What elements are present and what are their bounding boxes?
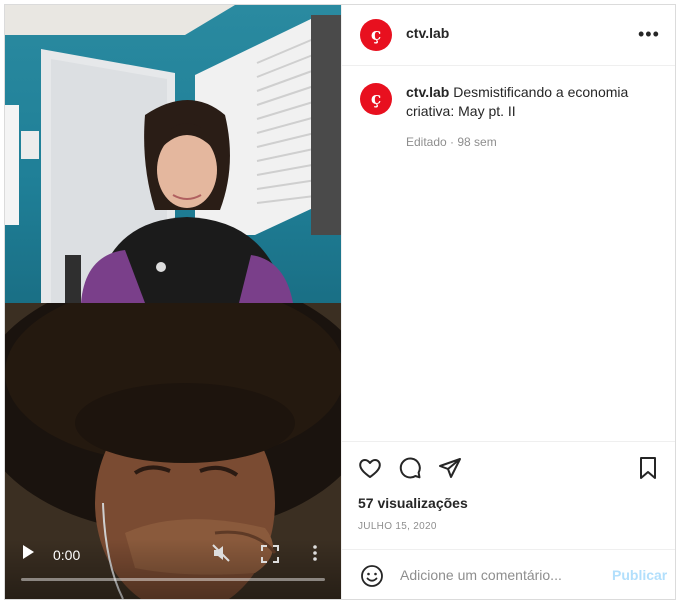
caption-username[interactable]: ctv.lab (406, 84, 449, 100)
video-time: 0:00 (53, 547, 81, 563)
post-header: ç ctv.lab ••• (342, 5, 675, 66)
caption-avatar[interactable]: ç (360, 83, 392, 115)
post-frame: 0:00 ç ctv.lab ••• ç ctv.lab Desmistific… (4, 4, 676, 600)
post-caption: ctv.lab Desmistificando a economia criat… (406, 83, 656, 121)
share-icon[interactable] (438, 456, 462, 480)
video-frame-top-illustration (5, 5, 341, 303)
comment-bar: Publicar (342, 549, 675, 600)
video-progress-bar[interactable] (21, 578, 325, 581)
video-player[interactable]: 0:00 (5, 5, 341, 599)
header-username[interactable]: ctv.lab (406, 25, 449, 41)
comment-icon[interactable] (398, 456, 422, 480)
post-details-panel: ç ctv.lab ••• ç ctv.lab Desmistificando … (341, 5, 675, 599)
more-icon[interactable]: ••• (638, 25, 660, 43)
emoji-icon[interactable] (360, 564, 384, 588)
heart-icon[interactable] (358, 456, 382, 480)
mute-icon[interactable] (211, 543, 231, 563)
comment-input[interactable] (400, 564, 596, 586)
play-icon[interactable] (23, 545, 34, 559)
caption-avatar-logo: ç (370, 89, 382, 109)
fullscreen-icon[interactable] (261, 545, 279, 563)
post-meta: Editado · 98 sem (406, 135, 497, 149)
avatar-logo: ç (370, 25, 382, 45)
video-more-icon[interactable] (311, 543, 319, 563)
view-count[interactable]: 57 visualizações (358, 495, 468, 511)
post-date[interactable]: JULHO 15, 2020 (358, 521, 437, 532)
action-bar (342, 441, 675, 492)
bookmark-icon[interactable] (636, 456, 660, 480)
avatar[interactable]: ç (360, 19, 392, 51)
video-feed-top (5, 5, 341, 303)
publish-button[interactable]: Publicar (612, 567, 667, 583)
